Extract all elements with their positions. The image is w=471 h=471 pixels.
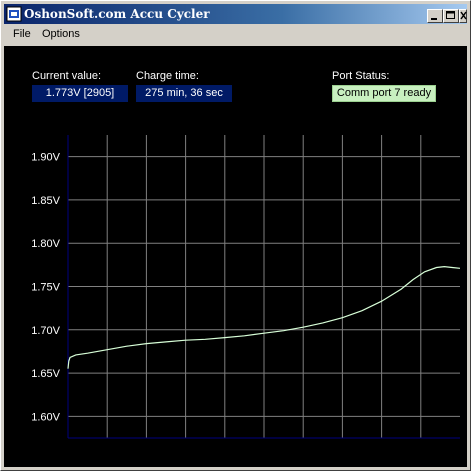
minimize-icon xyxy=(431,18,437,20)
y-axis-ticks: 1.60V 1.65V 1.70V 1.75V 1.80V 1.85V 1.90V xyxy=(31,152,60,424)
window-title: OshonSoft.com Accu Cycler xyxy=(24,7,210,21)
close-button[interactable] xyxy=(459,9,467,23)
menu-options[interactable]: Options xyxy=(38,26,84,43)
menu-bar: File Options xyxy=(4,25,467,44)
y-tick-label: 1.60V xyxy=(31,411,60,423)
chart-grid xyxy=(67,135,460,439)
minimize-button[interactable] xyxy=(427,9,443,23)
plot-panel: Current value: 1.773V [2905] Charge time… xyxy=(4,46,467,467)
title-bar[interactable]: OshonSoft.com Accu Cycler xyxy=(4,4,467,24)
maximize-icon xyxy=(446,11,455,19)
menu-file[interactable]: File xyxy=(9,26,35,43)
voltage-chart: 1.60V 1.65V 1.70V 1.75V 1.80V 1.85V 1.90V xyxy=(31,135,461,439)
app-window: OshonSoft.com Accu Cycler File Options C… xyxy=(0,0,471,471)
y-tick-label: 1.65V xyxy=(31,368,60,380)
y-tick-label: 1.70V xyxy=(31,325,60,337)
y-tick-label: 1.75V xyxy=(31,282,60,294)
close-icon xyxy=(460,11,467,20)
y-tick-label: 1.85V xyxy=(31,195,60,207)
y-tick-label: 1.80V xyxy=(31,238,60,250)
y-tick-label: 1.90V xyxy=(31,152,60,164)
maximize-button[interactable] xyxy=(443,9,459,23)
battery-app-icon[interactable] xyxy=(6,6,22,22)
